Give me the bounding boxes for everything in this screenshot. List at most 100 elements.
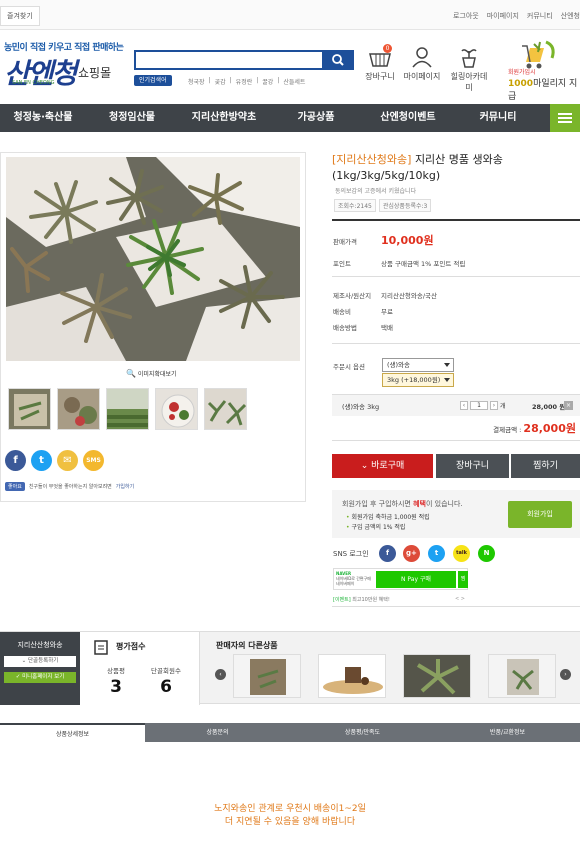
favorites-button[interactable]: 즐겨찾기 (0, 6, 40, 26)
mypage-label: 마이페이지 (403, 72, 441, 81)
product-brand[interactable]: [지리산산청와송] (332, 153, 411, 166)
chevron-down-icon (444, 378, 450, 382)
add-to-cart-button[interactable]: 장바구니 (436, 454, 509, 478)
facebook-like-bar: 좋아요 친구들이 무엇을 좋아하는지 알아보려면 가입하기 (5, 482, 134, 491)
tab-qna[interactable]: 상품문의 (145, 723, 290, 742)
buy-now-button[interactable]: ⌄ 바로구매 (332, 454, 433, 478)
naver-pay-button[interactable]: N Pay 구매 (376, 571, 456, 588)
mini-homepage-button[interactable]: ✓ 미니홈페이지 보기 (4, 672, 76, 683)
naver-pay-info: NAVER 네이버ID로 간편구매 네이버페이 (336, 571, 371, 586)
nav-item-events[interactable]: 산엔청이벤트 (362, 104, 454, 132)
popular-keyword[interactable]: 청국장 (188, 77, 205, 86)
product-thumbnail[interactable] (155, 388, 198, 430)
member-benefit-box: 회원가입 후 구입하시면 혜택이 있습니다. 회원가입 축하금 1,000원 적… (332, 490, 580, 538)
suboption-select[interactable]: 3kg (+18,000원) (382, 373, 454, 387)
member-benefit-item: 회원가입 축하금 1,000원 적립 (346, 512, 430, 521)
quantity-increase-button[interactable]: › (490, 401, 498, 410)
plant-icon (461, 49, 477, 68)
zoom-label: 이미지확대보기 (137, 371, 177, 378)
carousel-prev-button[interactable]: ‹ (215, 669, 226, 680)
sanencheong-link[interactable]: 산엔청 (561, 11, 580, 21)
healing-academy-link[interactable]: 힐링아카데미 (448, 46, 490, 93)
user-icon (412, 47, 432, 68)
buy-now-label: 바로구매 (371, 461, 405, 471)
main-nav: 청정농·축산물 청정임산물 지리산한방약초 가공상품 산엔청이벤트 커뮤니티 (0, 104, 580, 132)
logout-link[interactable]: 로그아웃 (453, 11, 479, 21)
site-logo[interactable]: 산엔청 쇼핑몰 SAN EN CHEONG (4, 52, 114, 90)
product-thumbnail[interactable] (106, 388, 149, 430)
mypage-link[interactable]: 마이페이지 (401, 46, 443, 82)
hamburger-icon (558, 113, 572, 115)
other-product-item[interactable] (488, 654, 556, 698)
other-product-item[interactable] (403, 654, 471, 698)
option-select[interactable]: (생)와송 (382, 358, 454, 372)
email-share-icon[interactable]: ✉ (57, 450, 78, 471)
top-utility-bar: 즐겨찾기 로그아웃 마이페이지 커뮤니티 산엔청 (0, 0, 580, 30)
popular-keyword[interactable]: 유정란 (236, 77, 253, 86)
facebook-share-icon[interactable]: f (5, 450, 26, 471)
carousel-next-button[interactable]: › (560, 669, 571, 680)
search-input[interactable] (134, 50, 354, 70)
product-thumbnail[interactable] (8, 388, 51, 430)
search-button[interactable] (322, 50, 354, 70)
like-button[interactable]: 좋아요 (5, 482, 25, 491)
delivery-notice: 노지와송인 관계로 우천시 배송이1~2일 더 지연될 수 있음을 양해 바랍니… (0, 803, 580, 829)
sms-share-icon[interactable]: SMS (83, 450, 104, 471)
nav-item-processed[interactable]: 가공상품 (270, 104, 362, 132)
total-label: 결제금액 : (493, 426, 522, 434)
mileage-banner[interactable]: 회원가입시 1000마일리지 지급 (500, 40, 580, 102)
search-icon (332, 54, 344, 66)
popular-keyword[interactable]: 꿀강 (262, 77, 273, 86)
google-login-icon[interactable]: g+ (403, 545, 420, 562)
naver-wish-button[interactable]: 찜 (458, 571, 468, 588)
quantity-decrease-button[interactable]: ‹ (460, 401, 468, 410)
price-label: 판매가격 (333, 238, 357, 246)
naver-login-icon[interactable]: N (478, 545, 495, 562)
review-count-label: 상품평 (107, 667, 125, 675)
selected-option-row: (생)와송 3kg ‹ 1 › 개 28,000 원 × (332, 394, 580, 416)
nav-item-community[interactable]: 커뮤니티 (454, 104, 542, 132)
add-favorite-seller-button[interactable]: ⌄ 단골등록하기 (4, 656, 76, 667)
nav-item-forest-products[interactable]: 청정임산물 (86, 104, 178, 132)
regular-count: 6 (160, 677, 172, 697)
divider (332, 219, 580, 221)
naver-pay-event[interactable]: [이벤트] 최고10만원 혜택! (333, 596, 390, 603)
twitter-login-icon[interactable]: t (428, 545, 445, 562)
like-signup-link[interactable]: 가입하기 (116, 483, 134, 490)
option-select-value: (생)와송 (387, 361, 411, 369)
selected-option-name: (생)와송 3kg (342, 403, 380, 411)
rating-box: 평가점수 상품평 단골회원수 3 6 (80, 632, 200, 705)
product-main-image[interactable] (6, 157, 300, 361)
kakaotalk-login-icon[interactable]: talk (453, 545, 470, 562)
zoom-link[interactable]: 🔍 이미지확대보기 (126, 369, 177, 378)
seller-band: 지리산산청와송 ⌄ 단골등록하기 ✓ 미니홈페이지 보기 평가점수 상품평 단골… (0, 631, 580, 705)
shipping-fee-value: 무료 (381, 308, 393, 316)
popular-keyword[interactable]: 산들세트 (283, 77, 305, 86)
wishlist-button[interactable]: 찜하기 (511, 454, 580, 478)
review-count: 3 (110, 677, 122, 697)
other-product-item[interactable] (318, 654, 386, 698)
tab-detail-info[interactable]: 상품상세정보 (0, 723, 145, 742)
mypage-link[interactable]: 마이페이지 (487, 11, 519, 21)
nav-item-farm-livestock[interactable]: 청정농·축산물 (0, 104, 86, 132)
naver-pay-box: NAVER 네이버ID로 간편구매 네이버페이 N Pay 구매 찜 (333, 568, 468, 590)
join-button[interactable]: 회원가입 (508, 501, 572, 528)
top-links: 로그아웃 마이페이지 커뮤니티 산엔청 (453, 11, 580, 21)
remove-option-icon[interactable]: × (564, 401, 573, 410)
facebook-login-icon[interactable]: f (379, 545, 396, 562)
community-link[interactable]: 커뮤니티 (527, 11, 553, 21)
tab-reviews[interactable]: 상품평/만족도 (290, 723, 435, 742)
notice-line: 노지와송인 관계로 우천시 배송이1~2일 (214, 804, 366, 814)
menu-button[interactable] (550, 104, 580, 132)
popular-keyword[interactable]: 곶감 (215, 77, 226, 86)
cart-link[interactable]: 0 장바구니 (359, 44, 401, 82)
naver-pay-pager[interactable]: < > (455, 596, 465, 602)
quantity-input[interactable]: 1 (470, 401, 488, 410)
nav-item-herbal[interactable]: 지리산한방약초 (178, 104, 270, 132)
tab-return-exchange[interactable]: 반품/교환정보 (435, 723, 580, 742)
member-text-pre: 회원가입 후 구입하시면 (342, 500, 414, 508)
other-product-item[interactable] (233, 654, 301, 698)
product-thumbnail[interactable] (57, 388, 100, 430)
product-thumbnail[interactable] (204, 388, 247, 430)
twitter-share-icon[interactable]: t (31, 450, 52, 471)
